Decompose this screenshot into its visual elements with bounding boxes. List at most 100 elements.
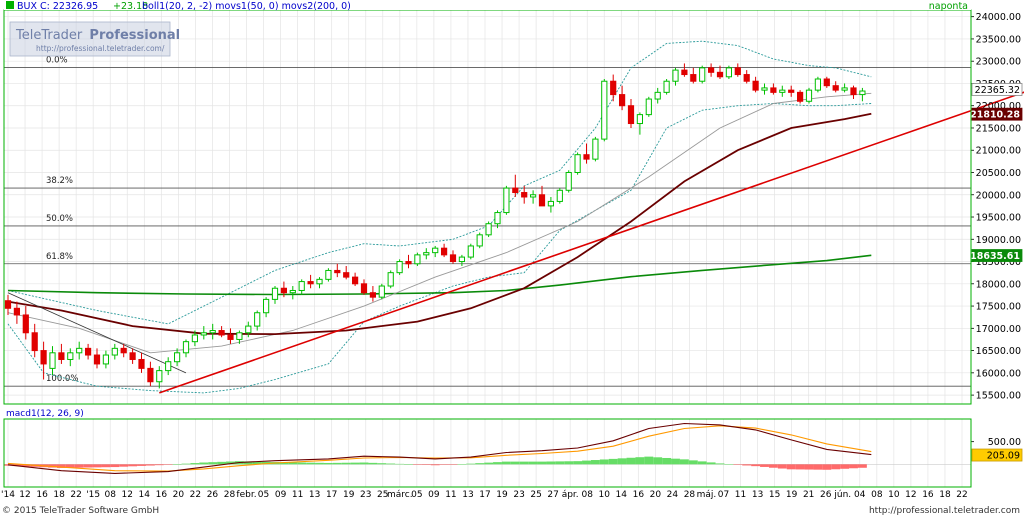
macd-histogram-bar — [128, 464, 138, 467]
x-tick-label: 14 — [139, 490, 151, 500]
header-color-swatch — [6, 1, 14, 9]
y-tick-label: 20500.00 — [976, 168, 1021, 179]
y-tick-label: 15500.00 — [976, 391, 1021, 402]
candle-body — [271, 287, 279, 300]
macd-histogram-bar — [617, 458, 627, 465]
candle-body — [699, 67, 706, 82]
x-tick-label: 12 — [122, 490, 133, 500]
x-tick-label: 07 — [718, 490, 729, 500]
macd-histogram-bar — [564, 461, 574, 465]
macd-histogram-bar — [412, 464, 422, 465]
bux-chart[interactable]: 0.0% 38.2% 50.0% 61.8% 100.0% 500.00 205.09 '… — [0, 0, 1024, 516]
y-tick-label: 19500.00 — [976, 213, 1021, 224]
y-tick-label: 21500.00 — [976, 123, 1021, 134]
candle-body — [396, 261, 403, 274]
x-tick-label: 24 — [667, 490, 679, 500]
macd-histogram-bar — [635, 457, 645, 465]
macd-histogram-bar — [404, 464, 413, 465]
x-tick-label: 11 — [292, 490, 303, 500]
macd-histogram-bar — [439, 464, 449, 465]
candle-body — [645, 98, 652, 116]
macd-histogram-bar — [208, 462, 218, 465]
x-tick-label: ápr. — [562, 490, 579, 500]
chart-window: 0.0% 38.2% 50.0% 61.8% 100.0% 500.00 205.09 '… — [0, 0, 1024, 516]
candle-body — [690, 74, 697, 82]
candle-body — [743, 74, 750, 82]
x-tick-label: 17 — [326, 490, 337, 500]
macd-histogram-bar — [760, 464, 769, 467]
macd-histogram-bar — [332, 462, 342, 465]
macd-tick-label: 500.00 — [988, 437, 1021, 448]
candle-body — [182, 341, 190, 354]
x-tick-label: jún. — [833, 490, 851, 500]
header-period: naponta — [929, 1, 968, 12]
x-tick-label: 10 — [888, 490, 900, 500]
macd-histogram-bar — [101, 464, 111, 468]
candle-body — [716, 71, 724, 78]
candle-body — [316, 278, 323, 285]
macd-histogram-bar — [323, 462, 333, 465]
x-tick-label: 13 — [309, 490, 320, 500]
macd-histogram-bar — [786, 464, 796, 470]
candle-body — [4, 300, 12, 309]
header-instrument: BUX C: 22326.95 — [17, 1, 98, 12]
candle-body — [325, 269, 332, 280]
macd-histogram-bar — [190, 463, 200, 465]
y-tick-label: 20000.00 — [976, 190, 1021, 201]
candle-body — [334, 269, 341, 274]
candle-body — [449, 254, 457, 263]
footer-copyright: © 2015 TeleTrader Software GmbH — [2, 506, 159, 516]
candle-body — [147, 367, 154, 383]
macd-histogram-bar — [573, 461, 583, 465]
x-tick-label: 16 — [922, 490, 934, 500]
candle-body — [387, 272, 394, 287]
macd-histogram-bar — [350, 462, 360, 465]
macd-histogram-bar — [457, 464, 467, 465]
candle-body — [485, 223, 492, 236]
macd-histogram-bar — [297, 462, 307, 465]
x-tick-label: '15 — [86, 490, 100, 500]
fib-label: 50.0% — [46, 214, 73, 224]
candle-body — [263, 298, 270, 314]
macd-histogram-bar — [430, 464, 440, 466]
macd-histogram-bar — [679, 459, 689, 465]
macd-histogram-bar — [733, 464, 743, 465]
macd-histogram-bar — [119, 464, 129, 467]
candle-body — [547, 200, 554, 207]
x-tick-label: 20 — [650, 490, 662, 500]
x-tick-label: 22 — [190, 490, 201, 500]
candle-body — [289, 289, 296, 294]
candle-body — [13, 307, 20, 316]
candle-body — [93, 354, 101, 365]
x-tick-label: 26 — [207, 490, 219, 500]
macd-histogram-bar — [813, 464, 823, 470]
candle-body — [556, 189, 563, 202]
logo-url: http://professional.teletrader.com/ — [36, 44, 165, 53]
candle-body — [610, 80, 617, 96]
macd-histogram-bar — [137, 464, 146, 466]
price-label: 18635.61 — [970, 251, 1020, 262]
macd-histogram-bar — [582, 460, 591, 465]
x-tick-label: 16 — [156, 490, 168, 500]
macd-histogram-bar — [421, 464, 431, 465]
x-tick-label: 13 — [462, 490, 473, 500]
candle-body — [805, 89, 813, 102]
macd-histogram-bar — [466, 463, 476, 465]
candle-body — [49, 352, 56, 369]
candle-body — [530, 194, 537, 198]
candle-body — [708, 67, 715, 73]
macd-histogram-bar — [145, 464, 155, 466]
y-tick-label: 16500.00 — [976, 346, 1021, 357]
x-tick-label: '14 — [1, 490, 15, 500]
x-tick-label: 22 — [956, 490, 967, 500]
x-tick-label: 25 — [530, 490, 541, 500]
candle-body — [476, 234, 483, 247]
candle-body — [307, 281, 314, 285]
candle-body — [405, 261, 412, 265]
y-tick-label: 24000.00 — [976, 12, 1021, 23]
macd-histogram-bar — [751, 464, 761, 467]
footer-url: http://professional.teletrader.com — [869, 506, 1020, 516]
candle-body — [850, 87, 857, 96]
y-tick-label: 23500.00 — [976, 34, 1021, 45]
macd-histogram-bar — [83, 464, 93, 468]
